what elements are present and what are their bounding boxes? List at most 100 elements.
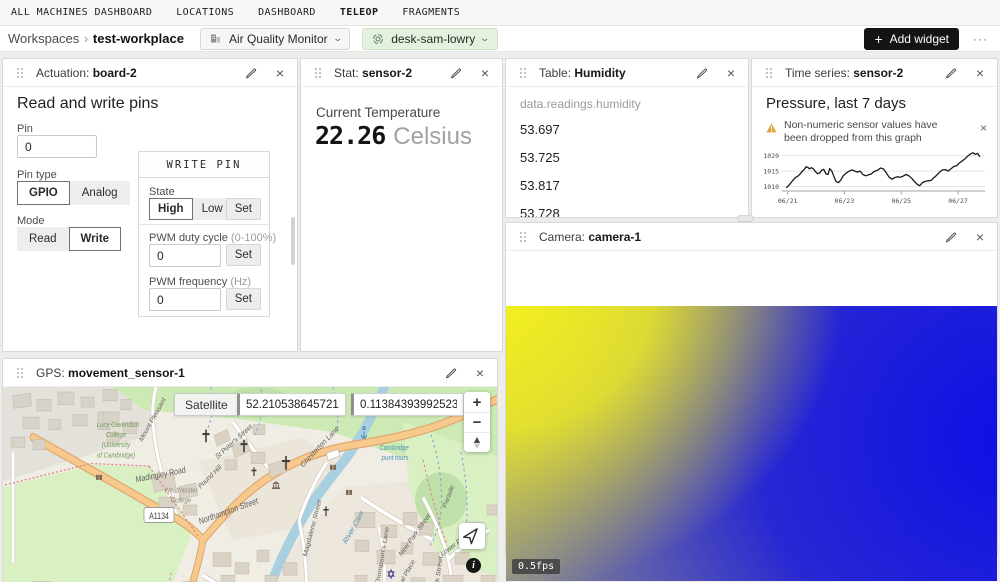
svg-text:1020: 1020 [763,152,779,160]
drag-handle-icon[interactable] [311,66,325,80]
breadcrumb-root[interactable]: Workspaces [8,31,79,46]
scrollbar-thumb[interactable] [291,217,295,265]
pwm-duty-set-button[interactable]: Set [226,244,261,266]
mode-read-button[interactable]: Read [17,227,69,251]
write-pin-panel: WRITE PIN State High Low Set PWM duty cy… [138,151,270,317]
top-nav: ALL MACHINES DASHBOARD LOCATIONS DASHBOA… [0,0,1000,26]
table-row: 53.817 [520,171,734,199]
actuation-body: Read and write pins Pin Pin type GPIO An… [3,87,297,351]
street-map: A1134 Madingley RoadWestminsterCollegeNo… [3,387,497,582]
longitude-input[interactable] [351,393,464,416]
info-icon[interactable]: i [466,558,481,573]
pin-type-analog-button[interactable]: Analog [70,181,130,205]
satellite-toggle-button[interactable]: Satellite [174,393,239,416]
widget-gps: GPS: movement_sensor-1 × [2,358,498,582]
drag-handle-icon[interactable] [516,230,530,244]
latitude-input[interactable] [237,393,346,416]
zoom-in-button[interactable]: + [464,392,490,412]
fps-badge: 0.5fps [512,559,560,574]
compass-button[interactable] [464,432,490,452]
plus-icon: + [874,32,882,46]
zoom-out-button[interactable]: − [464,412,490,432]
chart-title: Pressure, last 7 days [766,95,906,112]
edit-icon[interactable] [444,366,458,380]
edit-icon[interactable] [944,66,958,80]
actuation-heading: Read and write pins [17,95,158,113]
map-label: College [106,432,127,440]
map-container[interactable]: A1134 Madingley RoadWestminsterCollegeNo… [3,387,497,582]
close-icon[interactable]: × [478,66,492,80]
location-selector[interactable]: Air Quality Monitor ⌄ [200,28,350,50]
stat-body: Current Temperature 22.26 Celsius [301,87,502,351]
drag-handle-icon[interactable] [762,66,776,80]
pin-type-gpio-button[interactable]: GPIO [17,181,70,205]
more-menu-button[interactable]: ··· [969,32,992,46]
pwm-duty-input[interactable] [149,244,221,267]
breadcrumb-current: test-workplace [93,31,184,46]
drag-handle-icon[interactable] [13,66,27,80]
state-segment: High Low [149,198,232,220]
edit-icon[interactable] [695,66,709,80]
pin-input[interactable] [17,135,97,158]
machine-selector[interactable]: desk-sam-lowry ⌄ [362,28,498,50]
table-row: 53.697 [520,115,734,143]
close-icon[interactable]: × [973,230,987,244]
svg-text:06/25: 06/25 [891,197,911,205]
edit-icon[interactable] [244,66,258,80]
machine-icon [371,32,385,46]
drag-handle-icon[interactable] [516,66,530,80]
mode-label: Mode [17,215,45,227]
pwm-frequency-input[interactable] [149,288,221,311]
map-zoom-control: + − [464,392,490,452]
pwm-frequency-set-button[interactable]: Set [226,288,261,310]
close-icon[interactable]: × [473,366,487,380]
warning-dismiss-icon[interactable]: × [980,121,987,135]
close-icon[interactable]: × [273,66,287,80]
state-high-button[interactable]: High [149,198,193,220]
camera-body: 0.5fps [506,251,997,555]
nav-dashboard[interactable]: DASHBOARD [258,7,316,18]
table-column-header: data.readings.humidity [520,97,734,111]
widget-table: Table: Humidity × data.readings.humidity… [505,58,749,218]
widget-header: Camera: camera-1 × [506,223,997,251]
edit-icon[interactable] [944,230,958,244]
add-widget-button[interactable]: + Add widget [864,28,959,50]
widget-header: Time series: sensor-2 × [752,59,997,87]
divider [139,224,269,225]
mode-write-button[interactable]: Write [69,227,122,251]
chevron-down-icon: ⌄ [332,33,343,44]
warning-text: Non-numeric sensor values have been drop… [784,119,960,145]
mode-segment: Read Write [17,227,121,251]
map-label: of Cambridge) [97,452,135,460]
nav-fragments[interactable]: FRAGMENTS [402,7,460,18]
close-icon[interactable]: × [724,66,738,80]
svg-text:06/23: 06/23 [835,197,855,205]
widget-resize-handle[interactable] [737,215,754,222]
widget-title: Table: Humidity [539,66,626,80]
map-label: Cambridge [379,444,408,452]
map-label: (University [102,442,131,450]
nav-teleop[interactable]: TELEOP [340,7,379,18]
timeseries-body: Pressure, last 7 days Non-numeric sensor… [752,87,997,217]
pin-label: Pin [17,123,33,135]
widget-title: Camera: camera-1 [539,230,641,244]
camera-stream-image: 0.5fps [506,306,997,581]
nav-all-machines-dashboard[interactable]: ALL MACHINES DASHBOARD [11,7,152,18]
stat-label: Current Temperature [316,105,440,120]
widget-title: GPS: movement_sensor-1 [36,366,185,380]
write-pin-title: WRITE PIN [139,152,269,178]
state-set-button[interactable]: Set [226,198,261,220]
stat-unit: Celsius [393,123,472,151]
organization-icon [209,32,223,46]
widget-title: Stat: sensor-2 [334,66,412,80]
nav-locations[interactable]: LOCATIONS [176,7,234,18]
widget-timeseries: Time series: sensor-2 × Pressure, last 7… [751,58,998,218]
drag-handle-icon[interactable] [13,366,27,380]
locate-button[interactable] [459,523,485,549]
widget-actuation: Actuation: board-2 × Read and write pins… [2,58,298,352]
breadcrumb-separator: › [84,31,88,46]
table-row: 53.725 [520,143,734,171]
edit-icon[interactable] [449,66,463,80]
close-icon[interactable]: × [973,66,987,80]
teleop-canvas: Actuation: board-2 × Read and write pins… [0,52,1000,582]
